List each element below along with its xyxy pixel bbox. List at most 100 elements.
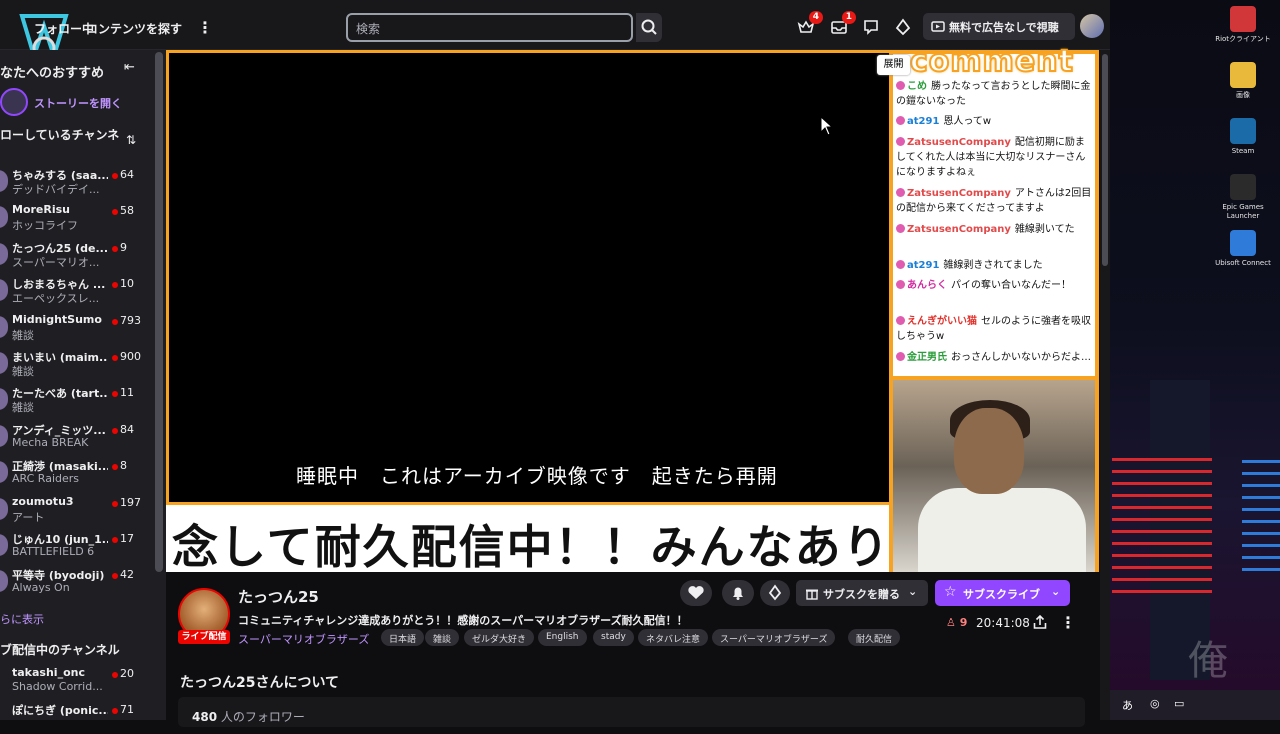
sidebar-channel[interactable]: zoumotu3 アート 197 [0,491,155,527]
live-channel[interactable]: ぽにちぎ (ponic... 71 [0,698,155,734]
following-heading: ローしているチャンネ [0,128,120,142]
sidebar-channel[interactable]: たーたべあ (tart... 雑談 11 [0,381,155,417]
ad-free-button[interactable]: 無料で広告なしで視聴 [923,13,1075,40]
webcam-streamer-shirt [918,488,1086,572]
chat-badge-icon [896,224,905,233]
channel-viewers: 11 [120,386,134,400]
comment-user[interactable]: あんらく [907,280,947,291]
ticker-text: 念して耐久配信中！！みんなあり [172,520,889,572]
channel-game: スーパーマリオ... [12,255,100,269]
sleep-overlay-text: 睡眠中 これはアーカイブ映像です 起きたら再開 [296,464,778,488]
search-input[interactable]: 検索 [346,13,633,42]
channel-viewers: 42 [120,568,134,582]
chat-tray-icon[interactable]: ▭ [1174,697,1184,710]
channel-avatar [0,206,8,229]
channel-viewers: 9 [120,240,127,254]
comment-user[interactable]: at291 [907,116,939,127]
channel-viewers: 8 [120,459,127,473]
stream-tag[interactable]: stady [593,629,634,646]
stream-tag[interactable]: 耐久配信 [848,629,901,646]
follower-count-label: 人のフォロワー [220,710,305,724]
more-options-icon[interactable]: ⋮ [1060,613,1076,632]
search-button[interactable] [636,13,662,42]
gift-sub-button[interactable]: サブスクを贈る ⌄ [796,580,928,606]
comment-user[interactable]: at291 [907,260,939,271]
sidebar-channel[interactable]: たっつん25 (de... スーパーマリオ... 9 [0,236,155,272]
comment-user[interactable]: こめ [907,81,927,92]
user-avatar[interactable] [1080,14,1104,38]
follow-button[interactable] [680,580,712,606]
comment-item: 金正男氏 おっさんしかいないからだよ… [896,350,1094,365]
sidebar-channel[interactable]: 正綺渉 (masaki... ARC Raiders 8 [0,454,155,490]
subscribe-button[interactable]: ☆ サブスクライブ ⌄ [935,580,1070,606]
show-more-link[interactable]: らに表示 [0,611,44,627]
mouse-cursor-icon [820,116,834,136]
expand-chat-button[interactable]: 展開 [877,55,910,75]
comment-user[interactable]: 金正男氏 [907,352,947,363]
sidebar-channel[interactable]: アンディ_ミッツ... Mecha BREAK 84 [0,418,155,454]
sidebar-channel[interactable]: 平等寺 (byodoji) Always On 42 [0,563,155,599]
desktop-app-icon[interactable] [1230,174,1256,200]
sidebar-scrollbar[interactable] [155,52,163,572]
stream-category-link[interactable]: スーパーマリオブラザーズ [238,631,369,647]
live-dot-icon [112,245,118,252]
ime-indicator[interactable]: あ [1122,697,1133,713]
video-player[interactable] [166,50,889,505]
search-icon [641,19,657,35]
subscribe-label: サブスクライブ [963,588,1040,601]
channel-avatar [0,570,8,593]
chat-badge-icon [896,280,905,289]
sidebar-channel[interactable]: ちゃみする (saa... デッドバイデイ... 64 [0,163,155,199]
inbox-button[interactable]: 1 [830,11,856,36]
desktop-app-icon[interactable] [1230,62,1256,88]
whispers-button[interactable] [862,18,880,36]
live-dot-icon [112,209,118,216]
desktop-app-icon[interactable] [1230,118,1256,144]
desktop-app-label: 画像 [1236,91,1250,99]
collapse-sidebar-icon[interactable]: ⇤ [124,60,135,75]
stream-tag[interactable]: スーパーマリオブラザーズ [712,629,836,646]
page-scrollbar-thumb[interactable] [1102,54,1108,266]
channel-avatar [0,461,8,484]
notifications-button[interactable] [722,580,754,606]
desktop-app-icon[interactable] [1230,230,1256,256]
ad-free-icon [931,21,945,32]
sidebar-channel[interactable]: しおまるちゃん ... エーペックスレ... 10 [0,272,155,308]
stories-link[interactable]: ストーリーを開く [34,95,122,111]
heart-icon [688,586,704,599]
stream-tag[interactable]: 雑談 [425,629,460,646]
comment-user[interactable]: ZatsusenCompany [907,137,1011,148]
sidebar-channel[interactable]: MoreRisu ホッコライフ 58 [0,199,155,235]
live-dot-icon [112,464,118,471]
bits-button[interactable] [894,18,912,36]
stream-tag[interactable]: ネタバレ注意 [638,629,709,646]
stream-tag[interactable]: ゼルダ大好き [464,629,535,646]
stories-avatar[interactable] [0,88,28,116]
sidebar-channel[interactable]: まいまい (maim... 雑談 900 [0,345,155,381]
nav-following[interactable]: フォロー中 [34,20,94,37]
sort-icon[interactable]: ⇅ [126,133,136,147]
stream-tag[interactable]: 日本語 [381,629,425,646]
gift-icon [806,589,818,600]
nav-browse[interactable]: コンテンツを探す [86,20,182,37]
sidebar-channel[interactable]: じゅん10 (jun_1... BATTLEFIELD 6 17 [0,527,155,563]
channel-game: ARC Raiders [12,472,79,486]
channel-viewers: 71 [120,703,134,717]
follower-count: 480 人のフォロワー [192,708,305,725]
desktop-app-icon[interactable] [1230,6,1256,32]
prime-loot-button[interactable]: 4 [797,11,823,36]
comment-user[interactable]: ZatsusenCompany [907,188,1011,199]
channel-avatar [0,388,8,411]
more-menu-icon[interactable]: ⋮ [197,18,213,37]
channel-viewers: 17 [120,532,134,545]
person-icon: ♙ [946,616,956,629]
share-button[interactable] [1032,614,1048,630]
live-channel[interactable]: takashi_onc Shadow Corrid... 20 [0,662,155,698]
comment-user[interactable]: ZatsusenCompany [907,224,1011,235]
network-icon[interactable]: ◎ [1150,697,1160,710]
stream-tag[interactable]: English [538,629,587,646]
channel-name[interactable]: たっつん25 [238,586,319,607]
sidebar-channel[interactable]: MidnightSumo 雑談 793 [0,309,155,345]
cheer-button[interactable] [760,580,790,606]
comment-user[interactable]: えんぎがいい猫 [907,316,977,327]
